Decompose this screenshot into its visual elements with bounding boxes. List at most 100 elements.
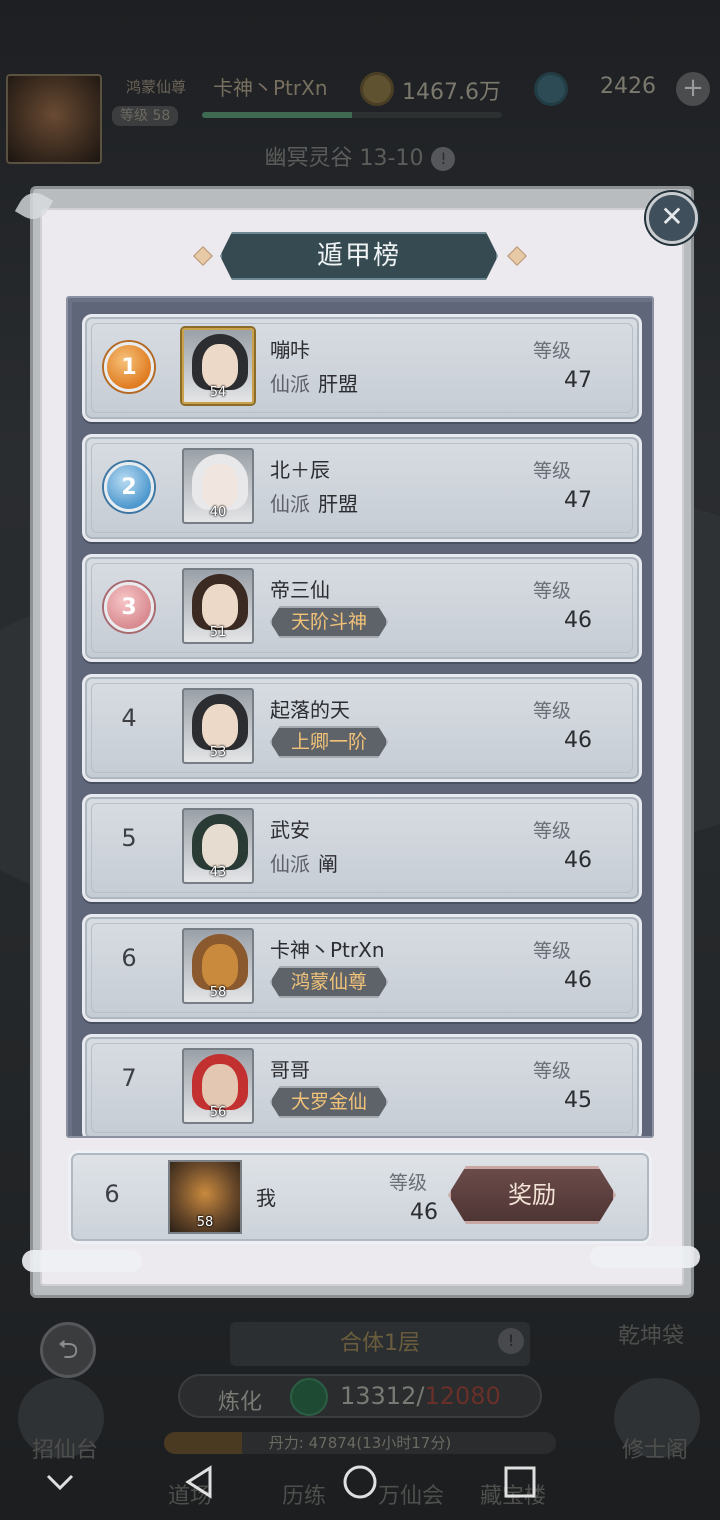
sect-label: 仙派	[270, 372, 310, 396]
player-portrait[interactable]: 40	[182, 448, 254, 524]
coin-icon	[360, 72, 394, 106]
portrait-level: 58	[209, 985, 227, 1000]
title-badge: 天阶斗神	[270, 606, 388, 638]
refine-label: 炼化	[218, 1390, 263, 1415]
portrait-face	[202, 344, 238, 388]
sect-name: 阐	[318, 852, 338, 876]
rank-number: 7	[121, 1064, 137, 1092]
inventory-bag-label[interactable]: 乾坤袋	[618, 1318, 684, 1350]
player-portrait[interactable]: 56	[182, 1048, 254, 1124]
ranking-row[interactable]: 3 51 帝三仙 天阶斗神 等级 46	[82, 554, 642, 662]
title-badge: 大罗金仙	[270, 1086, 388, 1118]
cloud-decoration-right	[590, 1246, 700, 1268]
player-portrait[interactable]: 43	[182, 808, 254, 884]
home-circle-icon[interactable]	[340, 1462, 380, 1502]
ranking-list[interactable]: 1 54 嘣咔 仙派 肝盟 等级 47 2 40 北＋辰 仙派 肝盟 等级 47 3…	[66, 296, 654, 1138]
level-value: 46	[564, 848, 592, 873]
level-value: 46	[564, 728, 592, 753]
player-name: 起落的天	[270, 698, 350, 722]
player-name: 哥哥	[270, 1058, 310, 1082]
ranking-row[interactable]: 6 58 卡神丶PtrXn 鸿蒙仙尊 等级 46	[82, 914, 642, 1022]
player-name: 卡神丶PtrXn	[270, 938, 385, 962]
player-name: 武安	[270, 818, 310, 842]
chevron-down-icon[interactable]	[40, 1462, 80, 1502]
title-badge: 上卿一阶	[270, 726, 388, 758]
sect-name: 肝盟	[318, 492, 358, 516]
level-label: 等级	[532, 700, 571, 722]
xp-bar	[202, 112, 502, 118]
level-label: 等级	[532, 340, 571, 362]
portrait-face	[202, 584, 238, 628]
player-portrait[interactable]: 58	[182, 928, 254, 1004]
portrait-level: 40	[209, 505, 227, 520]
stage-name: 幽冥灵谷 13-10	[264, 146, 424, 171]
level-value: 47	[564, 488, 592, 513]
player-portrait[interactable]: 54	[182, 328, 254, 404]
back-arrow-icon[interactable]: ⮌	[40, 1322, 96, 1378]
back-triangle-icon[interactable]	[180, 1462, 220, 1502]
portrait-level: 43	[209, 865, 227, 880]
my-rank-row: 6 58 我 等级 46 奖励	[68, 1150, 652, 1244]
sect-info: 仙派阐	[270, 848, 338, 877]
player-portrait[interactable]: 51	[182, 568, 254, 644]
gem-count: 2426	[600, 74, 656, 99]
title-badge: 鸿蒙仙尊	[270, 966, 388, 998]
my-portrait-level: 58	[196, 1215, 214, 1230]
rank-medal-icon: 1	[104, 342, 154, 392]
player-name: 北＋辰	[270, 458, 330, 482]
rank-medal-icon: 2	[104, 462, 154, 512]
coin-count: 1467.6万	[402, 80, 501, 105]
refine-bar[interactable]: 炼化 13312/12080	[178, 1374, 542, 1418]
level-label: 等级	[532, 940, 571, 962]
stage-title[interactable]: 幽冥灵谷 13-10!	[0, 140, 720, 172]
rank-number: 4	[121, 704, 137, 732]
dialog-title: 遁甲榜	[316, 241, 401, 271]
player-name: 帝三仙	[270, 578, 330, 602]
portrait-level: 54	[209, 385, 227, 400]
player-level: 等级 58	[112, 106, 179, 126]
spirit-stone-icon	[290, 1378, 328, 1416]
sect-label: 仙派	[270, 492, 310, 516]
ranking-row[interactable]: 5 43 武安 仙派阐 等级 46	[82, 794, 642, 902]
my-level-label: 等级	[388, 1172, 427, 1194]
ranking-list-inner: 1 54 嘣咔 仙派 肝盟 等级 47 2 40 北＋辰 仙派 肝盟 等级 47 3…	[72, 302, 652, 1136]
rank-medal-icon: 3	[104, 582, 154, 632]
sect-name: 肝盟	[318, 372, 358, 396]
close-button[interactable]: ✕	[646, 192, 698, 244]
level-value: 46	[564, 968, 592, 993]
my-rank-number: 6	[104, 1180, 120, 1208]
player-name: 卡神丶PtrXn	[213, 76, 328, 100]
portrait-face	[202, 464, 238, 508]
player-title: 鸿蒙仙尊	[126, 78, 187, 96]
ranking-row[interactable]: 4 53 起落的天 上卿一阶 等级 46	[82, 674, 642, 782]
level-value: 46	[564, 608, 592, 633]
level-label: 等级	[532, 580, 571, 602]
spirit-gem-icon	[534, 72, 568, 106]
ranking-row[interactable]: 2 40 北＋辰 仙派 肝盟 等级 47	[82, 434, 642, 542]
ranking-row[interactable]: 7 56 哥哥 大罗金仙 等级 45	[82, 1034, 642, 1136]
portrait-face	[202, 944, 238, 988]
portrait-face	[202, 704, 238, 748]
reward-button[interactable]: 奖励	[448, 1166, 616, 1224]
portrait-level: 53	[209, 745, 227, 760]
rank-number: 5	[121, 824, 137, 852]
portrait-face	[202, 1064, 238, 1108]
recents-square-icon[interactable]	[500, 1462, 540, 1502]
sect-info: 仙派 肝盟	[270, 488, 358, 517]
my-portrait[interactable]: 58	[168, 1160, 242, 1234]
portrait-level: 51	[209, 625, 227, 640]
cloud-decoration-left	[22, 1250, 142, 1272]
portrait-face	[202, 824, 238, 868]
system-nav-bar	[0, 1440, 720, 1520]
warning-icon[interactable]: !	[431, 147, 456, 171]
level-label: 等级	[532, 1060, 571, 1082]
ranking-dialog: 遁甲榜 ✕ 1 54 嘣咔 仙派 肝盟 等级 47 2 40 北＋辰 仙派 肝盟 等…	[14, 186, 700, 1298]
level-label: 等级	[532, 460, 571, 482]
layer-warning-icon[interactable]: !	[498, 1328, 524, 1354]
level-label: 等级	[532, 820, 571, 842]
player-portrait[interactable]: 53	[182, 688, 254, 764]
rank-number: 6	[121, 944, 137, 972]
ranking-row[interactable]: 1 54 嘣咔 仙派 肝盟 等级 47	[82, 314, 642, 422]
my-name: 我	[256, 1186, 276, 1210]
add-gems-button[interactable]: +	[676, 72, 710, 106]
